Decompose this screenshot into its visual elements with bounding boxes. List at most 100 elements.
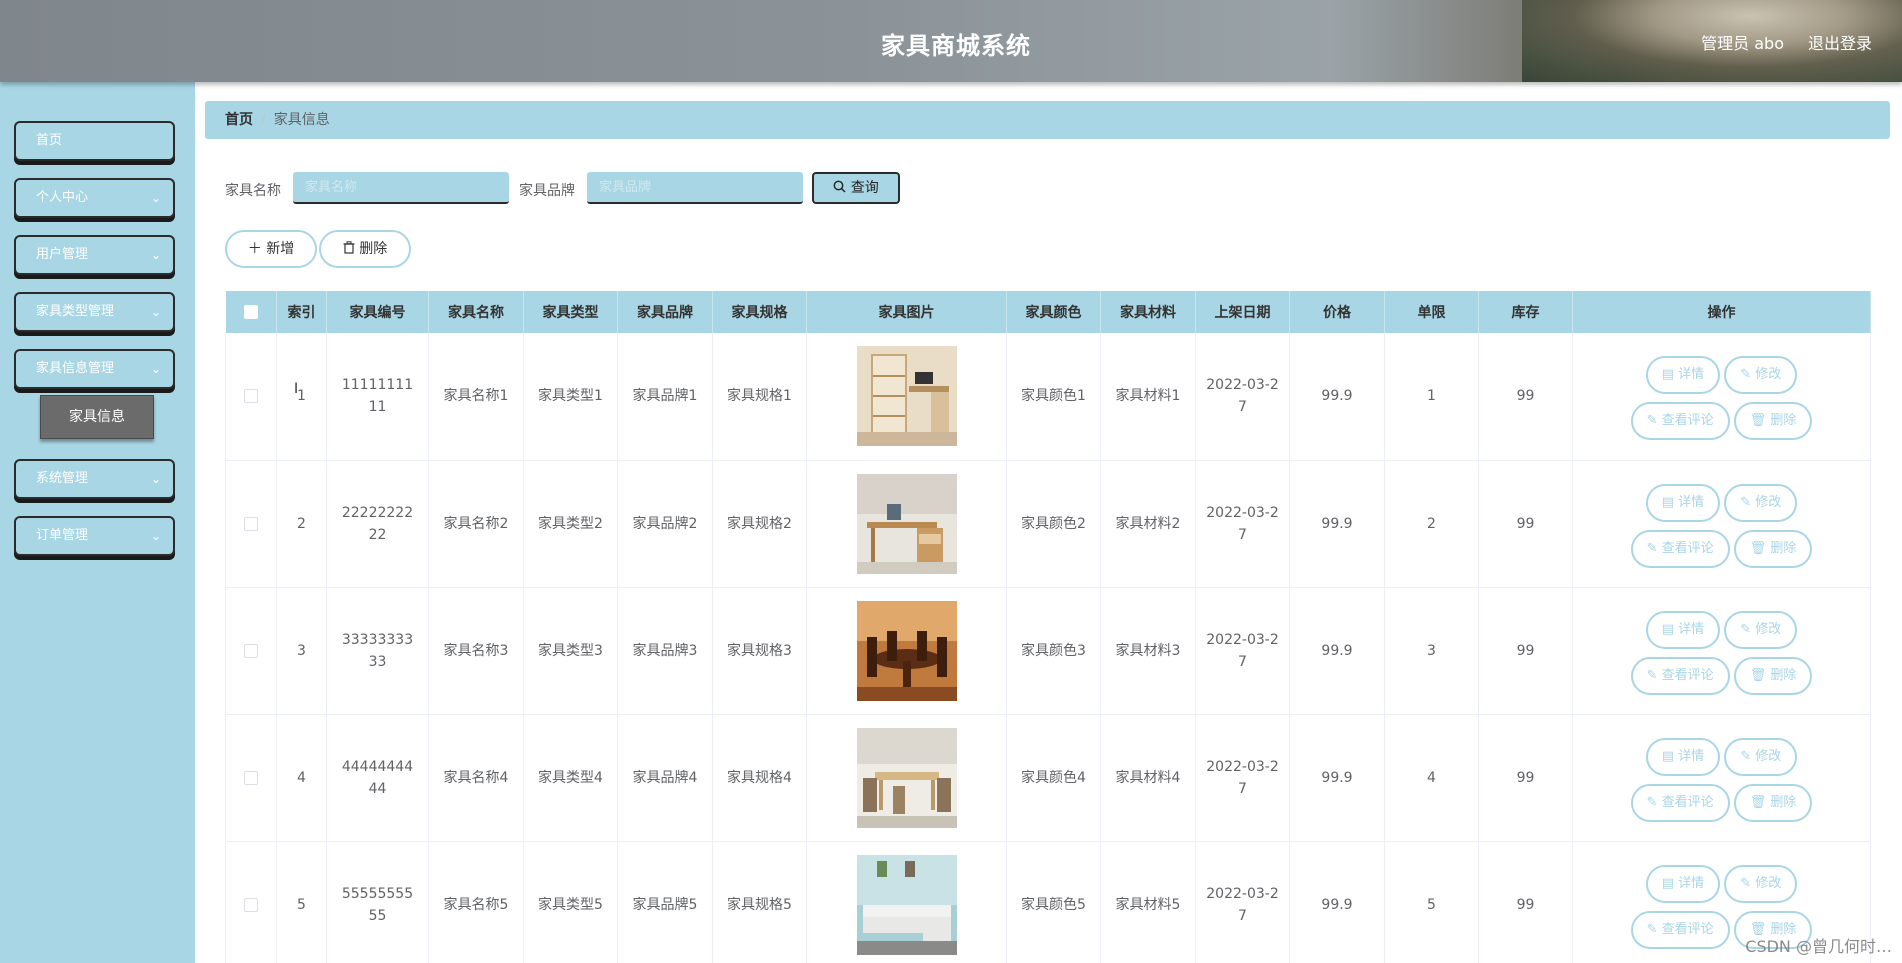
sidebar-item-label: 首页	[36, 133, 63, 148]
brand-cell: 家具品牌5	[617, 841, 713, 963]
sidebar-item-system[interactable]: 系统管理 ⌄	[14, 459, 175, 499]
material-cell: 家具材料3	[1100, 587, 1196, 715]
logout-link[interactable]: 退出登录	[1808, 30, 1872, 54]
code-value: 2222222222	[341, 504, 414, 543]
sidebar-item-furniture-info[interactable]: 家具信息管理 ⌄	[14, 349, 175, 389]
furniture-photo	[856, 473, 957, 574]
date-value: 2022-03-27	[1206, 377, 1279, 416]
view-comments-button[interactable]: ✎ 查看评论	[1630, 656, 1730, 695]
brand-search-input[interactable]	[587, 172, 803, 204]
row-select-cell	[225, 841, 277, 963]
pencil-icon: ✎	[1740, 621, 1752, 637]
furniture-photo	[856, 600, 957, 701]
view-comments-button[interactable]: ✎ 查看评论	[1630, 783, 1730, 822]
sidebar-item-orders[interactable]: 订单管理 ⌄	[14, 516, 175, 556]
row-delete-label: 删除	[1770, 667, 1797, 683]
view-comments-button[interactable]: ✎ 查看评论	[1630, 910, 1730, 949]
breadcrumb-home[interactable]: 首页	[225, 112, 253, 128]
type-cell: 家具类型1	[523, 333, 618, 461]
image-cell	[806, 841, 1007, 963]
row-checkbox[interactable]	[244, 643, 258, 658]
operations-cell: ▤ 详情 ✎ 修改 ✎ 查看评论 🗑 删除	[1572, 333, 1871, 461]
date-cell: 2022-03-27	[1195, 714, 1290, 842]
stock-cell: 99	[1478, 841, 1573, 963]
sidebar-item-furniture-types[interactable]: 家具类型管理 ⌄	[14, 292, 175, 332]
delete-button-label: 删除	[359, 241, 388, 257]
operations-cell: ▤ 详情 ✎ 修改 ✎ 查看评论 🗑 删除	[1572, 460, 1871, 588]
row-checkbox[interactable]	[244, 770, 258, 785]
price-cell: 99.9	[1289, 333, 1385, 461]
sidebar-item-label: 家具类型管理	[36, 304, 115, 319]
row-checkbox[interactable]	[244, 516, 258, 531]
limit-cell: 1	[1384, 333, 1479, 461]
detail-label: 详情	[1678, 621, 1705, 637]
date-cell: 2022-03-27	[1195, 587, 1290, 715]
index-cell: 1	[276, 333, 327, 461]
detail-button[interactable]: ▤ 详情	[1645, 737, 1721, 776]
query-button[interactable]: 查询	[812, 172, 900, 204]
view-comments-button[interactable]: ✎ 查看评论	[1630, 529, 1730, 568]
color-cell: 家具颜色4	[1006, 714, 1101, 842]
sidebar-item-users[interactable]: 用户管理 ⌄	[14, 235, 175, 275]
table-row: 5 5555555555 家具名称5 家具类型5 家具品牌5 家具规格5 家具颜色5 家具材料…	[225, 841, 1871, 963]
spec-cell: 家具规格1	[712, 333, 807, 461]
select-all-checkbox[interactable]	[243, 305, 258, 319]
sidebar-item-personal[interactable]: 个人中心 ⌄	[14, 178, 175, 218]
column-header: 家具名称	[428, 291, 524, 333]
code-cell: 1111111111	[326, 333, 429, 461]
image-cell	[806, 587, 1007, 715]
sidebar-item-home[interactable]: 首页	[14, 121, 175, 161]
table-header-row: 索引 家具编号 家具名称 家具类型 家具品牌 家具规格 家具图片 家具颜色 家具…	[225, 291, 1871, 333]
bulk-delete-button[interactable]: 删除	[319, 230, 411, 268]
row-checkbox[interactable]	[244, 389, 258, 404]
row-delete-button[interactable]: 🗑 删除	[1733, 529, 1813, 568]
table-row: 1 1111111111 家具名称1 家具类型1 家具品牌1 家具规格1 家具颜色1 家具材料…	[225, 333, 1871, 461]
code-cell: 5555555555	[326, 841, 429, 963]
date-value: 2022-03-27	[1206, 504, 1279, 543]
furniture-table: 索引 家具编号 家具名称 家具类型 家具品牌 家具规格 家具图片 家具颜色 家具…	[225, 291, 1871, 963]
edit-button[interactable]: ✎ 修改	[1724, 610, 1798, 649]
row-select-cell	[225, 333, 277, 461]
detail-button[interactable]: ▤ 详情	[1645, 483, 1721, 522]
column-header: 价格	[1289, 291, 1385, 333]
edit-button[interactable]: ✎ 修改	[1724, 356, 1798, 395]
submenu-item-furniture-info[interactable]: 家具信息	[40, 395, 154, 439]
furniture-photo	[856, 727, 957, 828]
chevron-down-icon: ⌄	[150, 305, 161, 319]
row-checkbox[interactable]	[244, 897, 258, 912]
date-value: 2022-03-27	[1206, 631, 1279, 670]
watermark: CSDN @曾几何时…	[1745, 937, 1892, 956]
stock-cell: 99	[1478, 333, 1573, 461]
view-comments-button[interactable]: ✎ 查看评论	[1630, 402, 1730, 441]
limit-cell: 2	[1384, 460, 1479, 588]
chevron-down-icon: ⌄	[150, 472, 161, 486]
row-delete-button[interactable]: 🗑 删除	[1733, 656, 1813, 695]
edit-button[interactable]: ✎ 修改	[1724, 737, 1798, 776]
edit-button[interactable]: ✎ 修改	[1724, 483, 1798, 522]
row-delete-button[interactable]: 🗑 删除	[1733, 783, 1813, 822]
image-cell	[806, 714, 1007, 842]
column-header: 库存	[1478, 291, 1573, 333]
sidebar-item-label: 订单管理	[36, 528, 89, 543]
type-cell: 家具类型3	[523, 587, 618, 715]
row-delete-label: 删除	[1770, 540, 1797, 556]
operations-cell: ▤ 详情 ✎ 修改 ✎ 查看评论 🗑 删除	[1572, 714, 1871, 842]
column-header: 单限	[1384, 291, 1479, 333]
pencil-icon: ✎	[1646, 540, 1658, 556]
comments-label: 查看评论	[1661, 540, 1714, 556]
detail-button[interactable]: ▤ 详情	[1645, 610, 1721, 649]
edit-button[interactable]: ✎ 修改	[1724, 864, 1798, 903]
add-button[interactable]: ＋ 新增	[225, 230, 317, 268]
pencil-icon: ✎	[1740, 875, 1752, 891]
app-title: 家具商城系统	[881, 32, 1031, 60]
column-header: 家具规格	[712, 291, 807, 333]
date-value: 2022-03-27	[1206, 758, 1279, 797]
row-delete-button[interactable]: 🗑 删除	[1733, 402, 1813, 441]
name-search-input[interactable]	[293, 172, 509, 204]
edit-label: 修改	[1755, 748, 1782, 764]
pencil-icon: ✎	[1646, 794, 1658, 810]
type-cell: 家具类型2	[523, 460, 618, 588]
detail-button[interactable]: ▤ 详情	[1645, 864, 1721, 903]
detail-button[interactable]: ▤ 详情	[1645, 356, 1721, 395]
color-cell: 家具颜色2	[1006, 460, 1101, 588]
